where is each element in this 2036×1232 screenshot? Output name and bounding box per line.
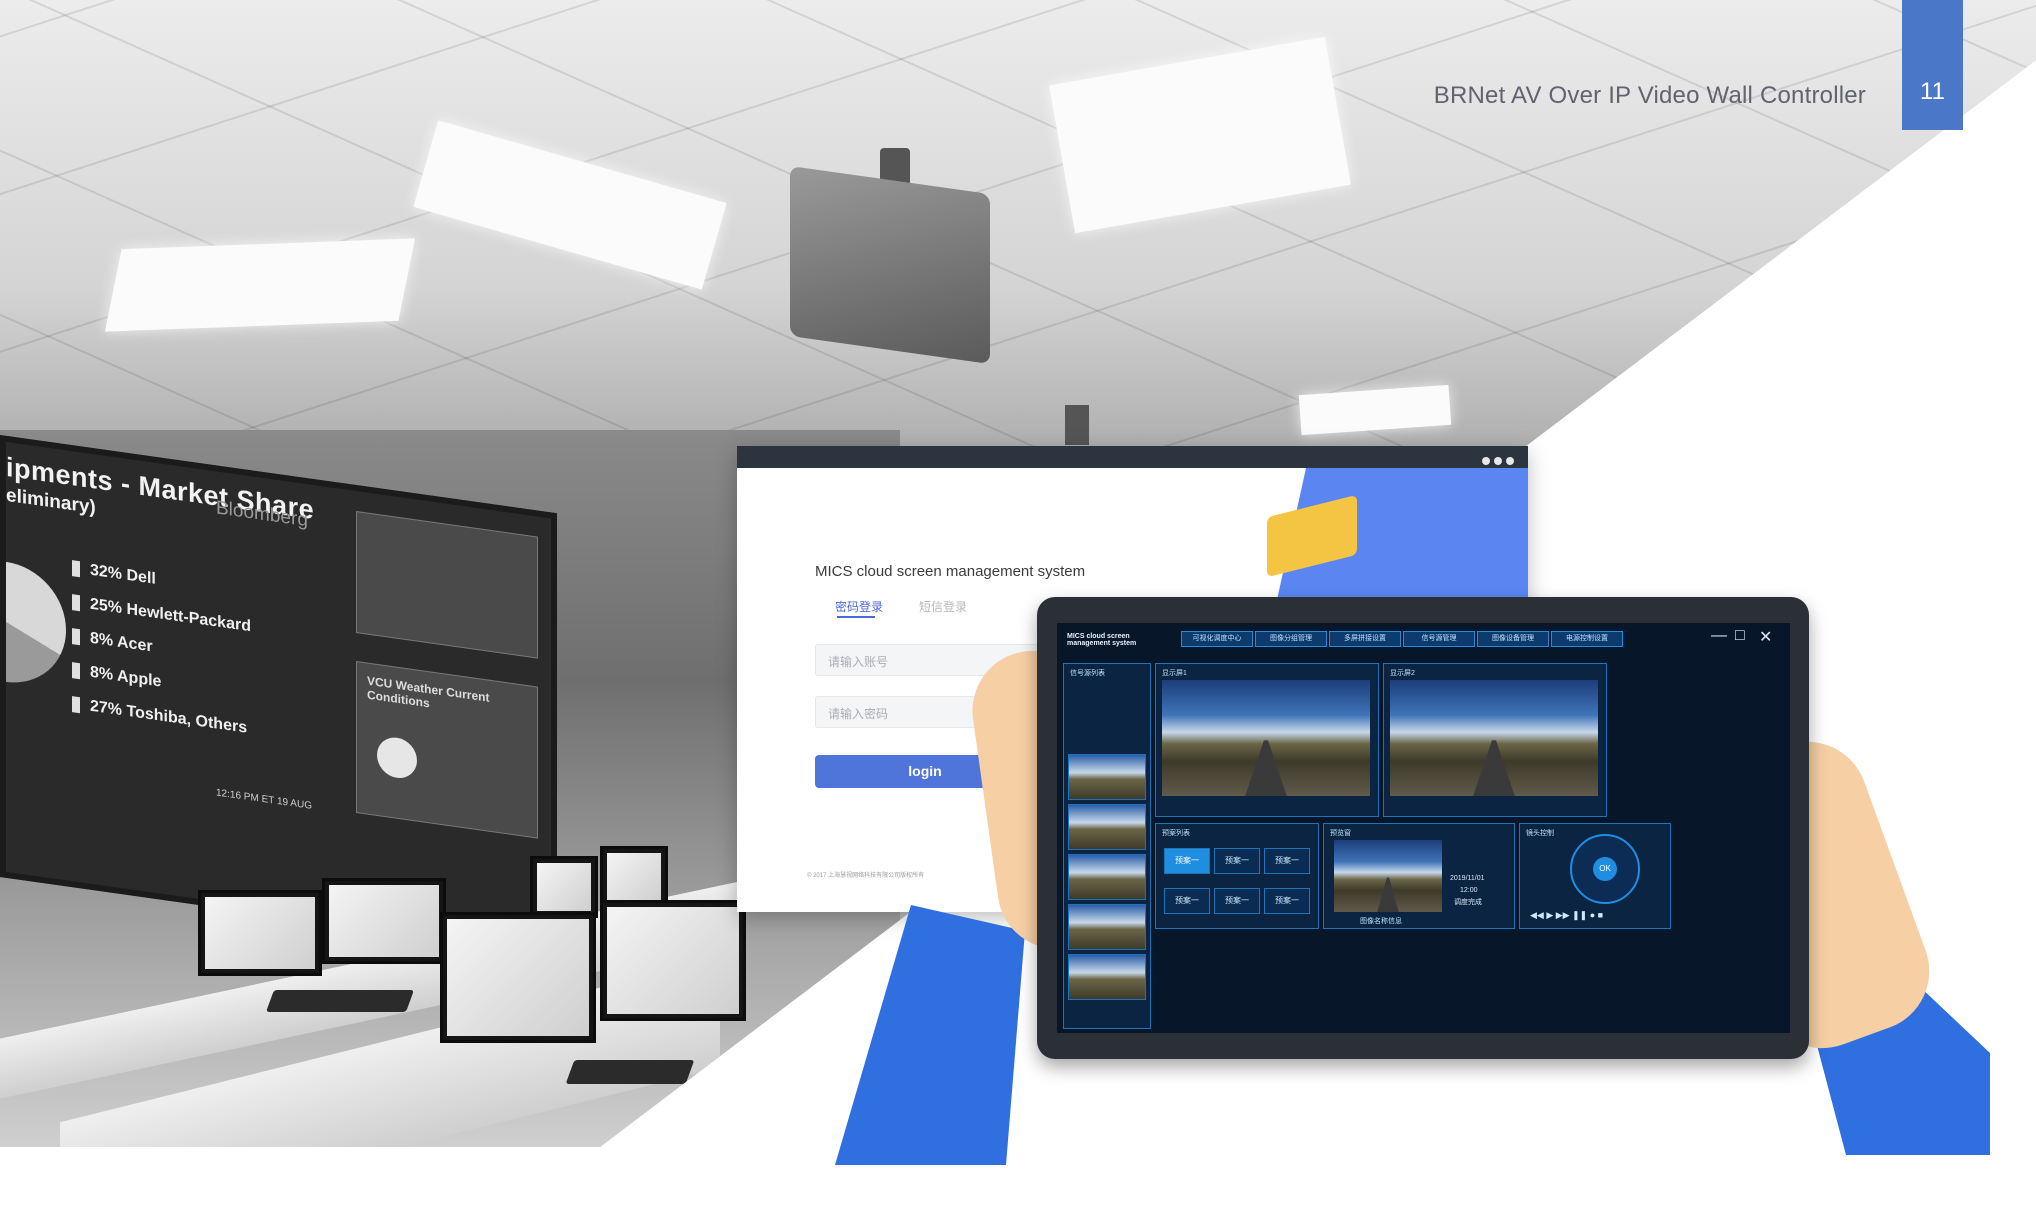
panel-title: 信号源列表 xyxy=(1070,670,1105,677)
signal-source-panel: 信号源列表 xyxy=(1063,663,1151,1029)
date-text: 2019/11/01 xyxy=(1450,875,1485,882)
preview-video[interactable] xyxy=(1334,840,1442,912)
preset-button[interactable]: 预案一 xyxy=(1164,848,1210,874)
status-text: 调度完成 xyxy=(1454,899,1482,906)
workstation-monitor xyxy=(530,856,598,918)
minimize-button[interactable]: — xyxy=(1711,627,1727,645)
camera-control-panel: 镜头控制 OK ◀◀ ▶ ▶▶ ❚❚ ● ■ xyxy=(1519,823,1671,929)
legend-item: 25% Hewlett-Packard xyxy=(72,593,251,636)
legend-item: 8% Acer xyxy=(72,627,153,656)
workstation-monitor xyxy=(198,890,322,976)
tab-devices[interactable]: 图像设备管理 xyxy=(1477,631,1549,647)
tab-dispatch-center[interactable]: 可视化调度中心 xyxy=(1181,631,1253,647)
panel-title: 显示屏2 xyxy=(1390,670,1415,677)
login-footer: © 2017 上海慧视网络科技有限公司版权所有 xyxy=(807,873,925,879)
stock-ticker-panel xyxy=(356,511,538,659)
legend-pct: 25% xyxy=(90,595,123,618)
workstation-monitor xyxy=(440,912,596,1043)
tablet: MICS cloud screen management system 可视化调… xyxy=(1037,597,1809,1059)
legend-swatch xyxy=(72,695,80,714)
sun-icon xyxy=(377,734,417,781)
window-menu-dots[interactable] xyxy=(1478,452,1514,470)
panel-title: 镜头控制 xyxy=(1526,830,1554,837)
system-name: MICS cloud screen management system xyxy=(815,563,1086,580)
playback-controls[interactable]: ◀◀ ▶ ▶▶ ❚❚ ● ■ xyxy=(1530,910,1603,921)
page-number-tab: 11 xyxy=(1902,0,1963,130)
legend-label: Toshiba, Others xyxy=(126,702,248,737)
legend-swatch xyxy=(72,661,80,680)
ok-button[interactable]: OK xyxy=(1593,857,1617,881)
tab-image-groups[interactable]: 图像分组管理 xyxy=(1255,631,1327,647)
preset-button[interactable]: 预案一 xyxy=(1214,848,1260,874)
tablet-screen: MICS cloud screen management system 可视化调… xyxy=(1057,623,1790,1033)
ceiling xyxy=(0,0,2036,480)
legend-item: 8% Apple xyxy=(72,661,161,692)
display-panel-1: 显示屏1 xyxy=(1155,663,1379,817)
legend-swatch xyxy=(72,559,80,578)
display-video-2[interactable] xyxy=(1390,680,1598,796)
legend-label: Acer xyxy=(116,633,153,656)
wall-timestamp: 12:16 PM ET 19 AUG xyxy=(216,787,312,812)
workstation-monitor xyxy=(600,846,668,908)
tab-sms-login[interactable]: 短信登录 xyxy=(919,598,967,615)
signal-thumbnail[interactable] xyxy=(1068,904,1146,950)
tab-power[interactable]: 电源控制设置 xyxy=(1551,631,1623,647)
legend-pct: 32% xyxy=(90,561,123,584)
weather-title: VCU Weather Current Conditions xyxy=(367,673,490,711)
active-tab-indicator xyxy=(837,616,875,618)
weather-panel: VCU Weather Current Conditions xyxy=(356,661,538,839)
legend-label: Dell xyxy=(126,566,156,588)
legend-item: 27% Toshiba, Others xyxy=(72,695,247,738)
preview-panel: 预览窗 图像名称信息 2019/11/01 12:00 调度完成 xyxy=(1323,823,1515,929)
legend-item: 32% Dell xyxy=(72,559,156,589)
tab-password-login[interactable]: 密码登录 xyxy=(835,598,883,615)
preset-button[interactable]: 预案一 xyxy=(1164,888,1210,914)
legend-label: Apple xyxy=(116,667,162,691)
panel-title: 显示屏1 xyxy=(1162,670,1187,677)
account-placeholder: 请输入账号 xyxy=(828,655,889,669)
presets-panel: 预案列表 预案一 预案一 预案一 预案一 预案一 预案一 xyxy=(1155,823,1319,929)
window-titlebar xyxy=(737,446,1528,468)
market-share-pie xyxy=(0,553,66,691)
signal-thumbnail[interactable] xyxy=(1068,804,1146,850)
app-title: MICS cloud screen management system xyxy=(1067,633,1137,647)
legend-swatch xyxy=(72,627,80,646)
keyboard xyxy=(265,990,415,1012)
preview-caption: 图像名称信息 xyxy=(1360,918,1402,925)
panel-title: 预案列表 xyxy=(1162,830,1190,837)
display-panel-2: 显示屏2 xyxy=(1383,663,1607,817)
signal-thumbnail[interactable] xyxy=(1068,854,1146,900)
legend-label: Hewlett-Packard xyxy=(126,600,251,636)
time-text: 12:00 xyxy=(1460,887,1478,894)
legend-pct: 27% xyxy=(90,697,123,720)
page-header-title: BRNet AV Over IP Video Wall Controller xyxy=(1433,82,1866,109)
maximize-button[interactable]: □ xyxy=(1735,627,1745,645)
projector xyxy=(790,165,990,365)
signal-thumbnail[interactable] xyxy=(1068,754,1146,800)
page-number: 11 xyxy=(1920,78,1945,105)
tab-signal-source[interactable]: 信号源管理 xyxy=(1403,631,1475,647)
close-button[interactable]: ✕ xyxy=(1759,627,1772,647)
preset-button[interactable]: 预案一 xyxy=(1264,848,1310,874)
workstation-monitor xyxy=(600,900,746,1021)
workstation-monitor xyxy=(322,878,446,964)
ceiling-light xyxy=(104,238,416,332)
keyboard xyxy=(565,1060,695,1084)
video-wall: ipments - Market Share eliminary) Bloomb… xyxy=(0,435,557,956)
legend-pct: 8% xyxy=(90,663,114,684)
legend-swatch xyxy=(72,593,80,612)
password-placeholder: 请输入密码 xyxy=(828,707,889,721)
display-video-1[interactable] xyxy=(1162,680,1370,796)
dpad-control[interactable]: OK xyxy=(1570,834,1640,904)
panel-title: 预览窗 xyxy=(1330,830,1351,837)
preset-button[interactable]: 预案一 xyxy=(1264,888,1310,914)
tab-splicing[interactable]: 多屏拼接设置 xyxy=(1329,631,1401,647)
signal-thumbnail[interactable] xyxy=(1068,954,1146,1000)
preset-button[interactable]: 预案一 xyxy=(1214,888,1260,914)
legend-pct: 8% xyxy=(90,629,114,650)
projector-mount xyxy=(1065,405,1089,445)
